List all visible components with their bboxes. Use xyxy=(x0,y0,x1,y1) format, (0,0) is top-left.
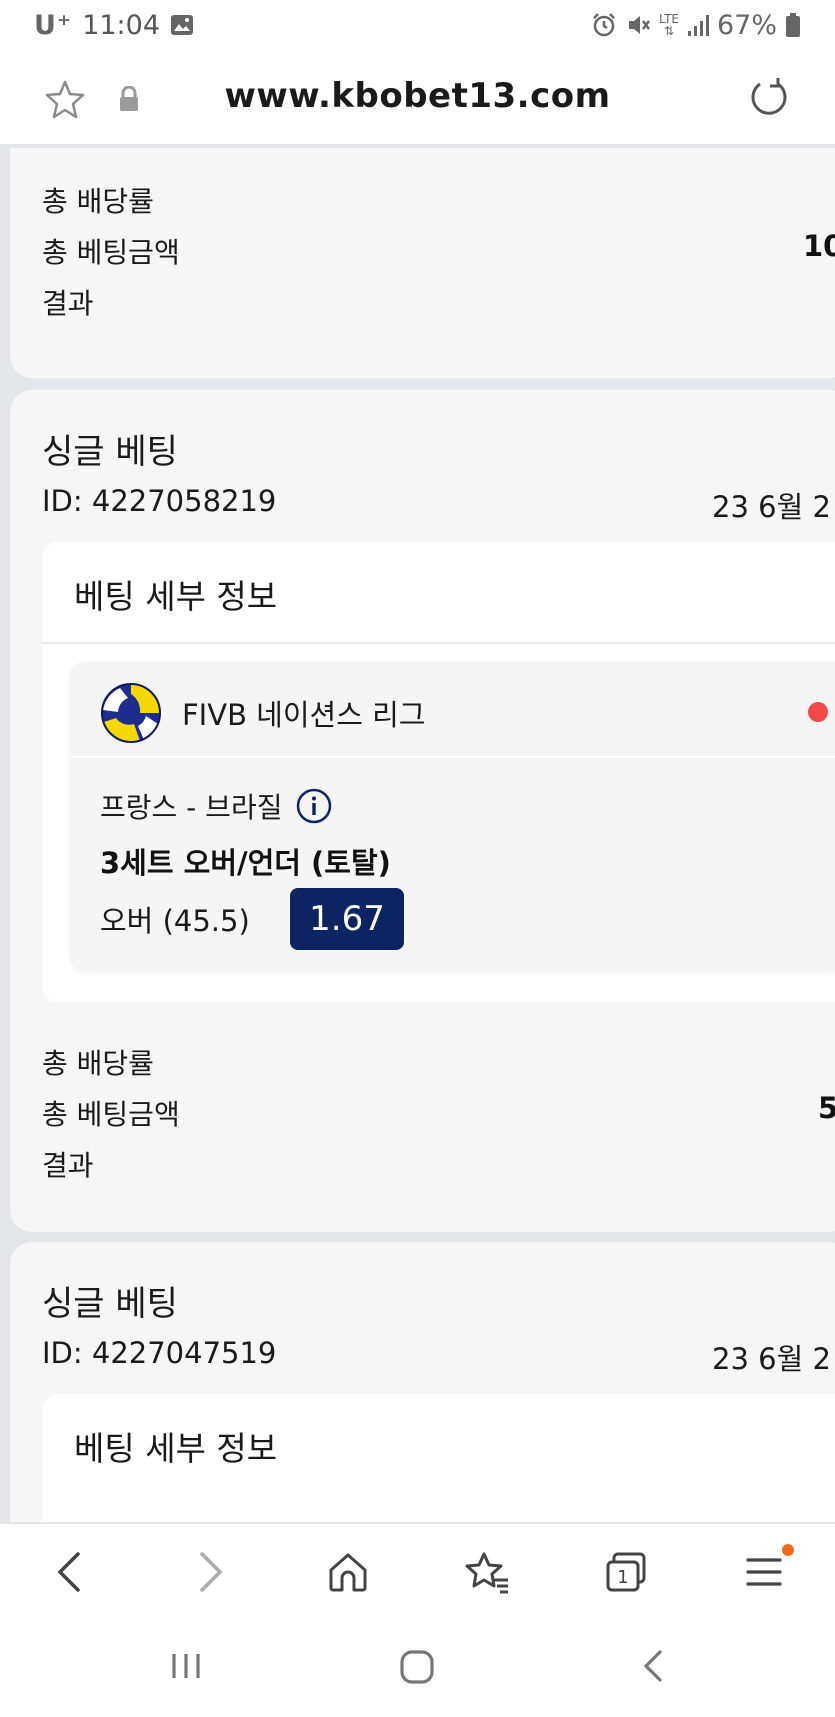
mute-icon xyxy=(625,12,651,38)
result-label: 결과 xyxy=(42,287,94,320)
league-header: FIVB 네이션스 리그 xyxy=(70,662,835,758)
gallery-icon xyxy=(170,14,194,36)
total-odds-label: 총 배당률 xyxy=(42,1047,154,1080)
notification-dot xyxy=(782,1544,794,1556)
bet-details-title: 베팅 세부 정보 xyxy=(74,577,278,616)
total-stake-label: 총 베팅금액 xyxy=(42,236,180,269)
volleyball-icon xyxy=(100,682,162,748)
bet-card: 총 배당률 총 베팅금액 10 결과 xyxy=(10,148,835,378)
bet-card: 싱글 베팅 ID: 4227047519 23 6월 2 베팅 세부 정보 xyxy=(10,1242,835,1523)
url-bar: www.kbobet13.com xyxy=(0,50,835,146)
url-text[interactable]: www.kbobet13.com xyxy=(0,76,835,116)
lte-signal-icon: LTE ⇅ xyxy=(659,12,679,38)
bet-details-title: 베팅 세부 정보 xyxy=(74,1429,278,1468)
event-selection[interactable]: FIVB 네이션스 리그 프랑스 - 브라질 3세트 오버/언더 (토탈) 오버… xyxy=(70,662,835,970)
bookmarks-icon[interactable] xyxy=(464,1550,510,1598)
total-stake-label: 총 베팅금액 xyxy=(42,1098,180,1131)
carrier-label: U⁺ xyxy=(34,9,73,41)
battery-icon xyxy=(785,12,801,38)
odds-badge: 1.67 xyxy=(290,888,404,950)
league-name: FIVB 네이션스 리그 xyxy=(182,698,426,732)
system-nav-bar xyxy=(0,1618,835,1717)
bet-id: ID: 4227047519 xyxy=(42,1336,277,1370)
home-icon[interactable] xyxy=(326,1550,370,1598)
svg-text:1: 1 xyxy=(617,1567,628,1588)
home-circle-icon[interactable] xyxy=(398,1648,436,1690)
clock: 11:04 xyxy=(82,9,160,41)
browser-toolbar: 1 xyxy=(0,1522,835,1618)
selection-name: 오버 (45.5) xyxy=(100,904,250,938)
tabs-icon[interactable]: 1 xyxy=(604,1550,648,1598)
divider xyxy=(42,642,835,644)
forward-arrow-icon[interactable] xyxy=(192,1550,228,1598)
total-stake-value: 5 xyxy=(818,1091,835,1125)
signal-bars-icon xyxy=(687,13,709,37)
reload-icon[interactable] xyxy=(748,76,790,122)
battery-percent: 67% xyxy=(716,9,777,41)
bet-card: 싱글 베팅 ID: 4227058219 23 6월 2 베팅 세부 정보 FI… xyxy=(10,390,835,1232)
bet-date: 23 6월 2 xyxy=(712,490,831,524)
status-bar: U⁺ 11:04 LTE ⇅ 67% xyxy=(0,0,835,50)
bet-type-title: 싱글 베팅 xyxy=(42,432,178,472)
match-name: 프랑스 - 브라질 xyxy=(100,791,283,824)
menu-icon[interactable] xyxy=(744,1550,784,1598)
bet-details-panel: 베팅 세부 정보 xyxy=(42,1394,835,1523)
bet-id: ID: 4227058219 xyxy=(42,484,277,518)
back-arrow-icon[interactable] xyxy=(52,1550,88,1598)
browser-page: U⁺ 11:04 LTE ⇅ 67% www.kbobet13.com 총 배당… xyxy=(0,0,835,1717)
info-icon[interactable] xyxy=(296,788,332,824)
nav-back-icon[interactable] xyxy=(638,1648,668,1688)
bet-details-panel: 베팅 세부 정보 xyxy=(42,542,835,1002)
market-name: 3세트 오버/언더 (토탈) xyxy=(100,846,391,880)
bet-history-list[interactable]: 총 배당률 총 베팅금액 10 결과 싱글 베팅 ID: 4227058219 … xyxy=(0,148,835,1523)
bet-type-title: 싱글 베팅 xyxy=(42,1284,178,1324)
total-stake-value: 10 xyxy=(803,229,835,263)
alarm-icon xyxy=(591,12,617,38)
bet-date: 23 6월 2 xyxy=(712,1342,831,1376)
live-indicator xyxy=(808,702,828,722)
total-odds-label: 총 배당률 xyxy=(42,185,154,218)
match-row: 프랑스 - 브라질 xyxy=(100,786,332,826)
result-label: 결과 xyxy=(42,1149,94,1182)
recent-apps-icon[interactable] xyxy=(168,1648,204,1688)
